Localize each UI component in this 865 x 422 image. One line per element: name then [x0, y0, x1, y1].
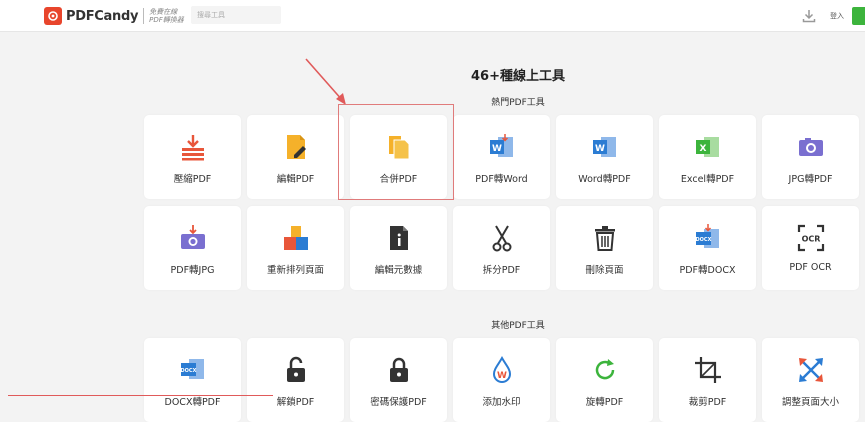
- tool-label: DOCX轉PDF: [164, 397, 221, 408]
- brand-tagline: 免費在線 PDF轉換器: [149, 8, 184, 24]
- search-input[interactable]: [191, 6, 281, 24]
- tool-card-pdf-to-jpg[interactable]: PDF轉JPG: [144, 206, 241, 290]
- pdf-to-word-icon: W: [487, 132, 517, 162]
- tool-card-merge[interactable]: 合併PDF: [350, 115, 447, 199]
- login-link[interactable]: 登入: [830, 11, 844, 21]
- metadata-icon: [384, 223, 414, 253]
- tool-card-rotate[interactable]: 旋轉PDF: [556, 338, 653, 422]
- tool-card-excel-to-pdf[interactable]: X Excel轉PDF: [659, 115, 756, 199]
- top-bar: PDFCandy 免費在線 PDF轉換器 登入: [0, 0, 865, 32]
- docx-to-pdf-icon: DOCX: [178, 355, 208, 385]
- tool-card-pdf-to-docx[interactable]: DOCX PDF轉DOCX: [659, 206, 756, 290]
- brand-name: PDFCandy: [66, 8, 139, 24]
- tagline-line-2: PDF轉換器: [149, 16, 184, 24]
- compress-icon: [178, 132, 208, 162]
- other-section-title: 其他PDF工具: [491, 321, 545, 331]
- resize-icon: [796, 355, 826, 385]
- popular-section-title: 熱門PDF工具: [491, 98, 545, 108]
- ocr-icon: OCR: [796, 223, 826, 253]
- tool-card-jpg-to-pdf[interactable]: JPG轉PDF: [762, 115, 859, 199]
- signup-button[interactable]: [852, 7, 865, 25]
- edit-pdf-icon: [281, 132, 311, 162]
- download-icon[interactable]: [802, 8, 818, 24]
- tool-label: PDF轉Word: [475, 174, 528, 185]
- tool-card-resize[interactable]: 調整頁面大小: [762, 338, 859, 422]
- svg-text:W: W: [595, 144, 605, 154]
- tool-label: 調整頁面大小: [781, 397, 839, 408]
- tool-card-delete-pages[interactable]: 刪除頁面: [556, 206, 653, 290]
- tool-label: 裁剪PDF: [688, 397, 727, 408]
- scissors-icon: [487, 223, 517, 253]
- trash-icon: [590, 223, 620, 253]
- svg-text:X: X: [700, 144, 707, 154]
- lock-icon: [384, 355, 414, 385]
- rotate-icon: [590, 355, 620, 385]
- tool-card-edit-pdf[interactable]: 編輯PDF: [247, 115, 344, 199]
- tool-label: JPG轉PDF: [788, 174, 833, 185]
- candy-logo-icon: [44, 7, 62, 25]
- svg-text:W: W: [497, 371, 507, 381]
- tool-card-word-to-pdf[interactable]: W Word轉PDF: [556, 115, 653, 199]
- tool-card-metadata[interactable]: 編輯元數據: [350, 206, 447, 290]
- excel-to-pdf-icon: X: [693, 132, 723, 162]
- tool-label: 編輯元數據: [374, 265, 423, 276]
- logo-divider: [143, 8, 145, 24]
- tool-label: Word轉PDF: [578, 174, 631, 185]
- tool-label: 刪除頁面: [585, 265, 624, 276]
- tool-card-crop[interactable]: 裁剪PDF: [659, 338, 756, 422]
- watermark-icon: W: [487, 355, 517, 385]
- jpg-to-pdf-icon: [796, 132, 826, 162]
- pdf-to-docx-icon: DOCX: [693, 223, 723, 253]
- crop-icon: [693, 355, 723, 385]
- merge-icon: [384, 132, 414, 162]
- tool-label: 壓縮PDF: [173, 174, 212, 185]
- tool-label: 編輯PDF: [276, 174, 315, 185]
- tool-card-split[interactable]: 拆分PDF: [453, 206, 550, 290]
- tool-card-ocr[interactable]: OCR PDF OCR: [762, 206, 859, 290]
- tool-label: 添加水印: [482, 397, 521, 408]
- tool-card-unlock[interactable]: 解鎖PDF: [247, 338, 344, 422]
- tool-card-compress[interactable]: 壓縮PDF: [144, 115, 241, 199]
- tool-label: PDF OCR: [789, 262, 832, 273]
- tagline-line-1: 免費在線: [149, 8, 178, 16]
- logo[interactable]: PDFCandy 免費在線 PDF轉換器: [44, 6, 184, 26]
- tool-card-protect[interactable]: 密碼保護PDF: [350, 338, 447, 422]
- tool-label: Excel轉PDF: [680, 174, 735, 185]
- svg-text:DOCX: DOCX: [696, 237, 712, 243]
- svg-text:W: W: [492, 144, 502, 154]
- tool-label: 解鎖PDF: [276, 397, 315, 408]
- word-to-pdf-icon: W: [590, 132, 620, 162]
- tool-label: 密碼保護PDF: [370, 397, 427, 408]
- tool-label: 重新排列頁面: [266, 265, 324, 276]
- tool-card-pdf-to-word[interactable]: W PDF轉Word: [453, 115, 550, 199]
- tool-label: 旋轉PDF: [585, 397, 624, 408]
- tool-card-rearrange[interactable]: 重新排列頁面: [247, 206, 344, 290]
- rearrange-icon: [281, 223, 311, 253]
- tool-label: 拆分PDF: [482, 265, 521, 276]
- svg-text:DOCX: DOCX: [181, 368, 197, 374]
- tool-card-docx-to-pdf[interactable]: DOCX DOCX轉PDF: [144, 338, 241, 422]
- tool-label: 合併PDF: [379, 174, 418, 185]
- tool-label: PDF轉DOCX: [679, 265, 736, 276]
- page-title: 46+種線上工具: [471, 69, 565, 84]
- tool-label: PDF轉JPG: [170, 265, 215, 276]
- annotation-underline: [8, 395, 273, 396]
- unlock-icon: [281, 355, 311, 385]
- pdf-to-jpg-icon: [178, 223, 208, 253]
- tool-card-watermark[interactable]: W 添加水印: [453, 338, 550, 422]
- svg-text:OCR: OCR: [802, 235, 821, 244]
